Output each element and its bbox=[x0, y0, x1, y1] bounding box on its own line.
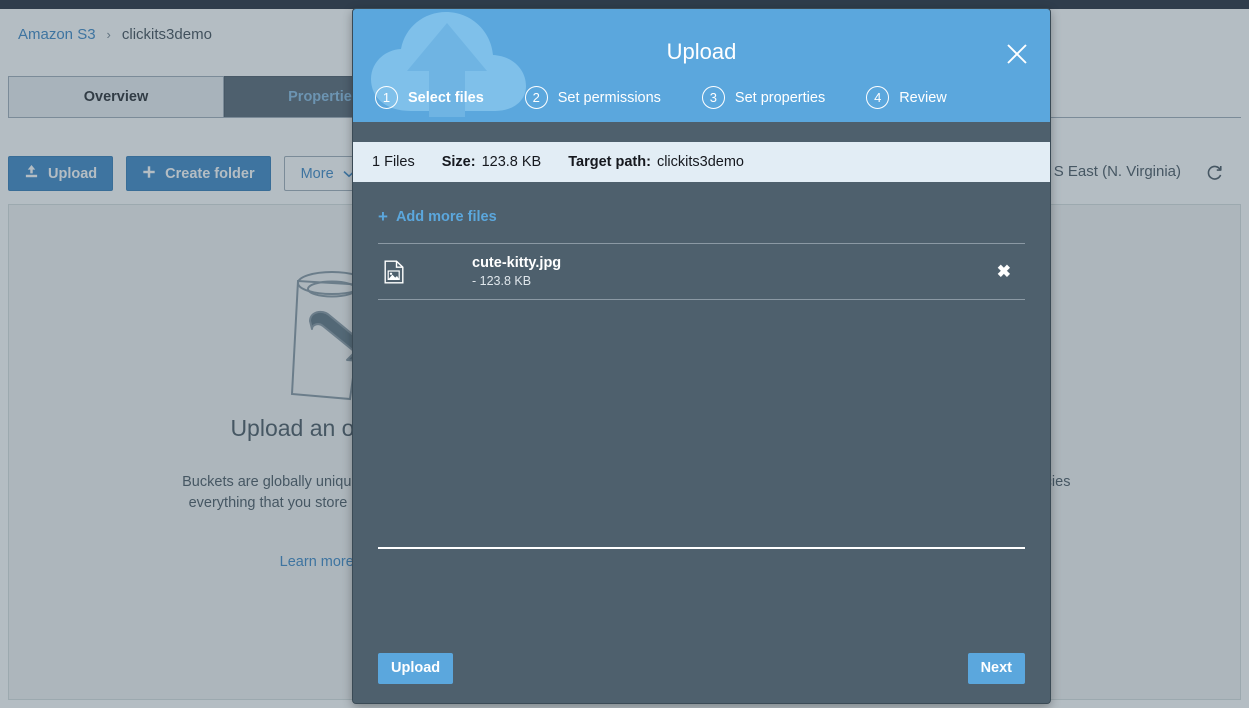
step-3-number: 3 bbox=[701, 86, 725, 109]
target-path-label: Target path: bbox=[568, 154, 651, 170]
dropzone-divider bbox=[378, 547, 1025, 549]
upload-modal-body: + Add more files cute-kitty.jpg - 123.8 … bbox=[353, 182, 1050, 633]
upload-modal-title: Upload bbox=[666, 39, 737, 64]
file-name: cute-kitty.jpg bbox=[472, 255, 562, 271]
step-2-label: Set permissions bbox=[557, 89, 661, 106]
file-size: - 123.8 KB bbox=[472, 274, 532, 288]
file-meta: cute-kitty.jpg - 123.8 KB bbox=[472, 255, 991, 288]
upload-modal: Upload 1 Select files 2 Set permissions … bbox=[352, 8, 1051, 704]
table-row: cute-kitty.jpg - 123.8 KB ✖ bbox=[378, 244, 1025, 300]
modal-upload-button[interactable]: Upload bbox=[378, 652, 454, 684]
remove-file-icon[interactable]: ✖ bbox=[991, 258, 1017, 286]
add-more-files-button[interactable]: + Add more files bbox=[378, 208, 497, 225]
size-value: 123.8 KB bbox=[481, 154, 542, 170]
step-review[interactable]: 4 Review bbox=[866, 86, 947, 109]
upload-info-bar: 1 Files Size: 123.8 KB Target path: clic… bbox=[353, 142, 1050, 182]
step-select-files[interactable]: 1 Select files bbox=[375, 86, 484, 109]
total-size-group: Size: 123.8 KB bbox=[442, 154, 542, 170]
image-file-icon bbox=[384, 260, 404, 284]
size-label: Size: bbox=[441, 154, 476, 170]
modal-header-strip bbox=[353, 122, 1050, 142]
step-3-label: Set properties bbox=[734, 89, 826, 106]
file-count-label: 1 Files bbox=[372, 154, 415, 170]
upload-modal-footer: Upload Next bbox=[353, 633, 1050, 703]
step-set-properties[interactable]: 3 Set properties bbox=[701, 86, 826, 109]
step-set-permissions[interactable]: 2 Set permissions bbox=[524, 86, 661, 109]
step-4-number: 4 bbox=[866, 86, 890, 109]
step-2-number: 2 bbox=[524, 86, 548, 109]
step-1-label: Select files bbox=[408, 89, 484, 106]
upload-modal-header: Upload 1 Select files 2 Set permissions … bbox=[353, 9, 1050, 122]
close-icon[interactable] bbox=[1004, 41, 1030, 67]
target-path-value: clickits3demo bbox=[656, 154, 744, 170]
add-more-files-label: Add more files bbox=[395, 208, 497, 225]
selected-file-list: cute-kitty.jpg - 123.8 KB ✖ bbox=[378, 243, 1025, 300]
target-path-group: Target path: clickits3demo bbox=[568, 154, 744, 170]
step-4-label: Review bbox=[899, 89, 947, 106]
modal-next-button[interactable]: Next bbox=[967, 652, 1025, 684]
upload-steps: 1 Select files 2 Set permissions 3 Set p… bbox=[375, 86, 947, 109]
step-1-number: 1 bbox=[375, 86, 398, 109]
plus-icon: + bbox=[378, 207, 388, 226]
